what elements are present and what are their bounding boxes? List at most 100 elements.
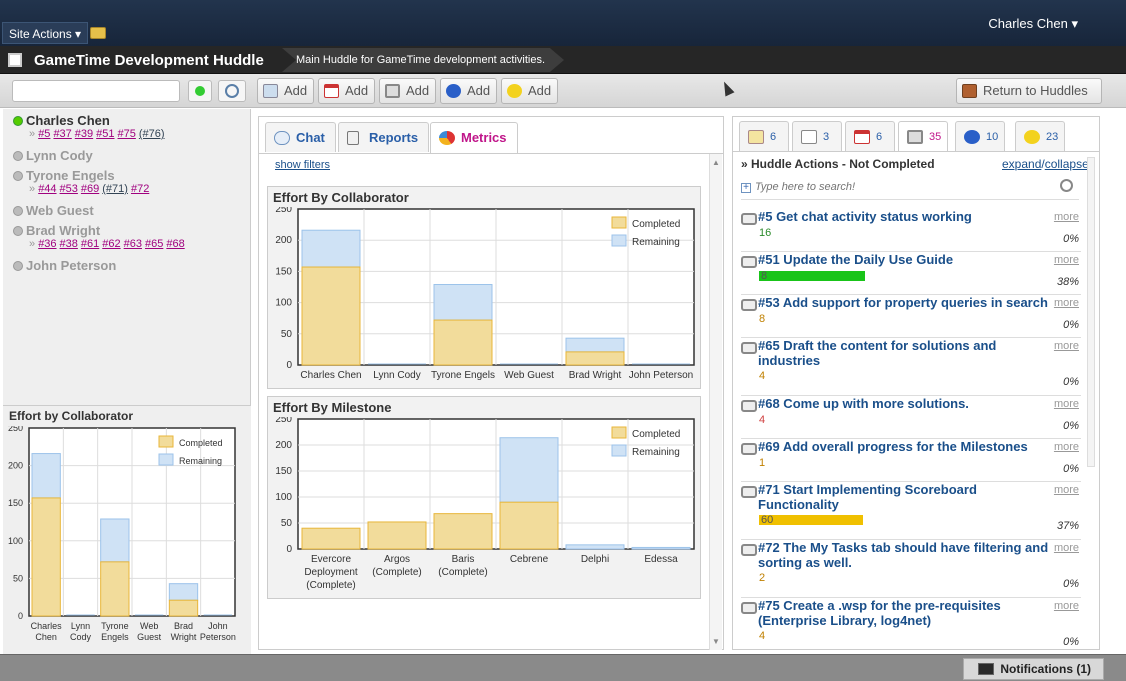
action-item[interactable]: #65 Draft the content for solutions and … [741, 338, 1081, 396]
x-tick-label: (Complete) [306, 580, 355, 591]
tab-events[interactable]: 6 [845, 121, 895, 151]
action-item[interactable]: #53 Add support for property queries in … [741, 295, 1081, 338]
action-title[interactable]: #65 Draft the content for solutions and … [758, 338, 1053, 368]
calendar-icon [854, 130, 870, 144]
action-title[interactable]: #69 Add overall progress for the Milesto… [758, 439, 1053, 454]
action-item[interactable]: #69 Add overall progress for the Milesto… [741, 439, 1081, 482]
x-tick-label: Brad [174, 621, 193, 631]
expand-link[interactable]: expand [1002, 157, 1041, 171]
more-link[interactable]: more [1054, 542, 1079, 554]
task-link[interactable]: #72 [131, 183, 149, 195]
more-link[interactable]: more [1054, 297, 1079, 309]
action-title[interactable]: #72 The My Tasks tab should have filteri… [758, 540, 1053, 570]
tab-issues[interactable]: 23 [1015, 121, 1065, 151]
more-link[interactable]: more [1054, 441, 1079, 453]
search-add-icon[interactable]: + [741, 183, 751, 193]
broadcast-button[interactable] [218, 80, 246, 102]
sidebar-person[interactable]: Tyrone Engels [13, 168, 115, 183]
more-link[interactable]: more [1054, 211, 1079, 223]
action-item[interactable]: #72 The My Tasks tab should have filteri… [741, 540, 1081, 598]
task-link[interactable]: #5 [38, 128, 50, 140]
status-online-button[interactable] [188, 80, 212, 102]
arrow-icon: » [29, 128, 39, 140]
task-link[interactable]: #63 [124, 238, 142, 250]
add-issue-button[interactable]: Add [501, 78, 559, 104]
task-link[interactable]: #62 [102, 238, 120, 250]
more-link[interactable]: more [1054, 254, 1079, 266]
task-link[interactable]: #39 [75, 128, 93, 140]
task-link[interactable]: #38 [60, 238, 78, 250]
task-link[interactable]: #61 [81, 238, 99, 250]
add-question-button[interactable]: Add [440, 78, 498, 104]
task-link[interactable]: #69 [81, 183, 99, 195]
tab-chat-label: Chat [296, 130, 325, 145]
sidebar-person[interactable]: John Peterson [13, 258, 116, 273]
task-link[interactable]: #68 [166, 238, 184, 250]
add-note-button[interactable]: Add [257, 78, 315, 104]
action-item[interactable]: #75 Create a .wsp for the pre-requisites… [741, 598, 1081, 649]
action-title[interactable]: #75 Create a .wsp for the pre-requisites… [758, 598, 1053, 628]
sidebar-person[interactable]: Charles Chen [13, 113, 110, 128]
actions-search-input[interactable] [755, 177, 1055, 197]
task-link[interactable]: #36 [38, 238, 56, 250]
action-title[interactable]: #5 Get chat activity status working [758, 209, 1053, 224]
action-title[interactable]: #71 Start Implementing Scoreboard Functi… [758, 482, 1053, 512]
tab-chat[interactable]: Chat [265, 122, 336, 152]
tab-metrics[interactable]: Metrics [430, 122, 518, 153]
action-percent: 37% [1056, 520, 1079, 532]
task-link[interactable]: (#71) [102, 183, 128, 195]
add-task-button[interactable]: Add [379, 78, 437, 104]
sidebar-person[interactable]: Brad Wright [13, 223, 100, 238]
task-link[interactable]: #44 [38, 183, 56, 195]
task-link[interactable]: #37 [53, 128, 71, 140]
task-link[interactable]: (#76) [139, 128, 165, 140]
effort-by-collaborator-chart: 0 50 100 150 200 250 Charles Chen Lynn Cody Tyro… [275, 207, 695, 381]
more-link[interactable]: more [1054, 484, 1079, 496]
x-tick-label: Charles [31, 621, 63, 631]
action-title[interactable]: #68 Come up with more solutions. [758, 396, 1053, 411]
action-item[interactable]: #51 Update the Daily Use Guide more 8 38% [741, 252, 1081, 295]
show-filters-link[interactable]: show filters [275, 159, 330, 171]
site-actions-menu[interactable]: Site Actions ▾ [2, 22, 89, 44]
sidebar-person[interactable]: Web Guest [13, 203, 94, 218]
task-link[interactable]: #53 [60, 183, 78, 195]
people-search-input[interactable] [12, 80, 180, 102]
notifications-button[interactable]: Notifications (1) [963, 658, 1104, 680]
task-link[interactable]: #65 [145, 238, 163, 250]
sidebar-person[interactable]: Lynn Cody [13, 148, 93, 163]
return-to-huddles-button[interactable]: Return to Huddles [956, 78, 1102, 104]
more-link[interactable]: more [1054, 398, 1079, 410]
add-task-label: Add [406, 83, 430, 98]
tab-reports[interactable]: Reports [338, 122, 430, 152]
x-tick-label: Deployment [304, 567, 358, 578]
toolbar: Add Add Add Add Add Return to Huddles [0, 74, 1126, 108]
task-link[interactable]: #75 [118, 128, 136, 140]
action-item[interactable]: #68 Come up with more solutions. more 4 0% [741, 396, 1081, 439]
x-tick-label: John Peterson [629, 370, 694, 381]
scroll-down-icon[interactable]: ▼ [712, 637, 720, 646]
task-link[interactable]: #51 [96, 128, 114, 140]
x-tick-label: Evercore [311, 554, 351, 565]
tab-actions[interactable]: 35 [898, 121, 948, 151]
action-title[interactable]: #53 Add support for property queries in … [758, 295, 1053, 310]
top-bar: Site Actions ▾ Charles Chen ▾ [0, 0, 1126, 46]
tab-notes[interactable]: 6 [739, 121, 789, 151]
user-menu[interactable]: Charles Chen ▾ [988, 16, 1078, 32]
more-link[interactable]: more [1054, 600, 1079, 612]
search-icon[interactable] [1060, 179, 1073, 192]
add-event-button[interactable]: Add [318, 78, 376, 104]
scroll-up-icon[interactable]: ▲ [712, 158, 720, 167]
action-item[interactable]: #71 Start Implementing Scoreboard Functi… [741, 482, 1081, 540]
legend-swatch [158, 453, 174, 466]
action-item[interactable]: #5 Get chat activity status working more 1… [741, 209, 1081, 252]
collapse-link[interactable]: collapse [1045, 157, 1089, 171]
y-tick-label: 150 [275, 466, 292, 477]
folder-icon[interactable] [90, 27, 106, 39]
more-link[interactable]: more [1054, 340, 1079, 352]
center-scrollbar[interactable]: ▲ ▼ [709, 154, 722, 650]
add-question-label: Add [467, 83, 491, 98]
tab-documents[interactable]: 3 [792, 121, 842, 151]
right-scrollbar[interactable] [1087, 157, 1095, 467]
tab-questions[interactable]: 10 [955, 121, 1005, 151]
action-title[interactable]: #51 Update the Daily Use Guide [758, 252, 1053, 267]
